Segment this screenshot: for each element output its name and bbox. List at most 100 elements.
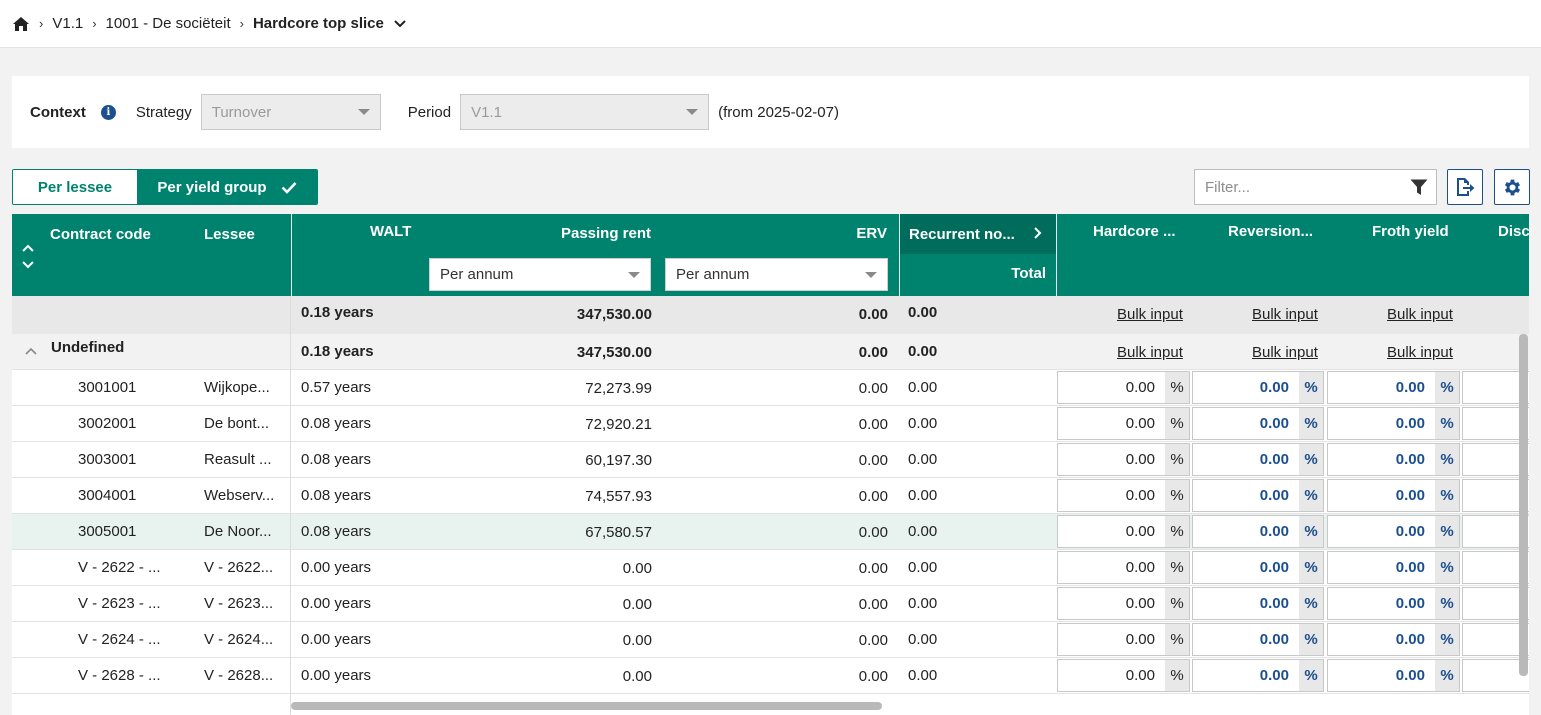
contract-code-cell: 3002001 <box>78 415 137 432</box>
froth-yield-input[interactable]: 0.00% <box>1327 479 1460 512</box>
breadcrumb-item-current[interactable]: Hardcore top slice <box>253 15 384 32</box>
reversion-input[interactable]: 0.00% <box>1192 623 1324 656</box>
bulk-input-froth[interactable]: Bulk input <box>1387 334 1453 369</box>
header-passing-rent[interactable]: Passing rent <box>561 225 651 242</box>
table-row[interactable]: V - 2623 - ... V - 2623... 0.00 years 0.00 0… <box>12 586 1529 622</box>
percent-unit: % <box>1299 516 1323 547</box>
passing-rent-period-select[interactable]: Per annum <box>429 258 651 291</box>
group-name: Undefined <box>51 339 125 356</box>
header-lessee[interactable]: Lessee <box>204 226 255 243</box>
bulk-input-reversion[interactable]: Bulk input <box>1252 296 1318 331</box>
header-walt[interactable]: WALT <box>370 223 411 240</box>
header-reversion[interactable]: Reversion... <box>1228 223 1313 240</box>
hardcore-input[interactable]: 0.00% <box>1057 623 1190 656</box>
table-row[interactable]: 3004001 Webserv... 0.08 years 74,557.93 0.00… <box>12 478 1529 514</box>
percent-unit: % <box>1165 552 1189 583</box>
hardcore-input[interactable]: 0.00% <box>1057 479 1190 512</box>
table-row[interactable]: V - 2628 - ... V - 2628... 0.00 years 0.00 0… <box>12 658 1529 694</box>
reversion-input[interactable]: 0.00% <box>1192 551 1324 584</box>
table-row[interactable]: 3005001 De Noor... 0.08 years 67,580.57 0.00… <box>12 514 1529 550</box>
reversion-input[interactable]: 0.00% <box>1192 371 1324 404</box>
hardcore-input[interactable]: 0.00% <box>1057 371 1190 404</box>
breadcrumb-item-property[interactable]: 1001 - De sociëteit <box>106 15 231 32</box>
breadcrumb-separator: › <box>92 16 97 31</box>
reversion-input[interactable]: 0.00% <box>1192 659 1324 692</box>
hardcore-input[interactable]: 0.00% <box>1057 515 1190 548</box>
lessee-cell: Webserv... <box>204 487 275 504</box>
froth-yield-input[interactable]: 0.00% <box>1327 587 1460 620</box>
hardcore-input[interactable]: 0.00% <box>1057 587 1190 620</box>
table-row[interactable]: 3001001 Wijkope... 0.57 years 72,273.99 0.00… <box>12 370 1529 406</box>
strategy-value: Turnover <box>211 103 272 121</box>
collapse-icon[interactable] <box>24 347 38 356</box>
froth-yield-input[interactable]: 0.00% <box>1327 515 1460 548</box>
vertical-scrollbar[interactable] <box>1519 334 1528 676</box>
header-divider <box>291 214 292 296</box>
hardcore-input[interactable]: 0.00% <box>1057 659 1190 692</box>
view-toggle: Per lessee Per yield group <box>12 169 318 205</box>
bulk-input-froth[interactable]: Bulk input <box>1387 296 1453 331</box>
header-total[interactable]: Total <box>1011 265 1046 282</box>
erv-cell: 0.00 <box>858 668 888 685</box>
totals-erv: 0.00 <box>858 306 888 323</box>
bulk-input-reversion[interactable]: Bulk input <box>1252 334 1318 369</box>
group-erv: 0.00 <box>858 344 888 361</box>
sort-down-icon[interactable] <box>21 260 35 269</box>
reversion-input[interactable]: 0.00% <box>1192 479 1324 512</box>
home-icon[interactable] <box>12 16 30 32</box>
totals-passing-rent: 347,530.00 <box>576 306 652 323</box>
header-contract-code[interactable]: Contract code <box>50 226 151 243</box>
reversion-input[interactable]: 0.00% <box>1192 407 1324 440</box>
chevron-down-icon[interactable] <box>394 19 406 28</box>
table-row[interactable]: 3002001 De bont... 0.08 years 72,920.21 0.00… <box>12 406 1529 442</box>
froth-yield-input-value: 0.00 <box>1395 379 1425 396</box>
table-row[interactable]: 3003001 Reasult ... 0.08 years 60,197.30 0.0… <box>12 442 1529 478</box>
info-icon[interactable]: i <box>100 104 116 120</box>
froth-yield-input[interactable]: 0.00% <box>1327 371 1460 404</box>
header-hardcore[interactable]: Hardcore ... <box>1093 223 1176 240</box>
breadcrumb-item-version[interactable]: V1.1 <box>52 15 83 32</box>
export-icon <box>1457 178 1475 196</box>
bulk-input-hardcore[interactable]: Bulk input <box>1117 334 1183 369</box>
reversion-input-value: 0.00 <box>1259 667 1289 684</box>
per-lessee-button[interactable]: Per lessee <box>13 170 137 204</box>
hardcore-input-value: 0.00 <box>1125 667 1155 684</box>
header-recurrent-group[interactable]: Recurrent no... <box>899 214 1056 254</box>
erv-period-value: Per annum <box>676 266 750 283</box>
reversion-input[interactable]: 0.00% <box>1192 443 1324 476</box>
period-select[interactable]: V1.1 <box>460 94 710 130</box>
passing-rent-cell: 0.00 <box>622 560 652 577</box>
contract-code-cell: V - 2628 - ... <box>78 667 161 684</box>
filter-icon[interactable] <box>1410 179 1428 196</box>
froth-yield-input[interactable]: 0.00% <box>1327 443 1460 476</box>
hardcore-input-value: 0.00 <box>1125 559 1155 576</box>
reversion-input[interactable]: 0.00% <box>1192 515 1324 548</box>
froth-yield-input[interactable]: 0.00% <box>1327 551 1460 584</box>
header-erv[interactable]: ERV <box>856 225 887 242</box>
bulk-input-hardcore[interactable]: Bulk input <box>1117 296 1183 331</box>
passing-rent-period-value: Per annum <box>440 266 514 283</box>
filter-input[interactable] <box>1205 178 1385 196</box>
export-button[interactable] <box>1447 169 1483 205</box>
froth-yield-input[interactable]: 0.00% <box>1327 407 1460 440</box>
froth-yield-input[interactable]: 0.00% <box>1327 659 1460 692</box>
erv-period-select[interactable]: Per annum <box>665 258 888 291</box>
froth-yield-input-value: 0.00 <box>1395 415 1425 432</box>
table-row[interactable]: V - 2624 - ... V - 2624... 0.00 years 0.00 0… <box>12 622 1529 658</box>
hardcore-input[interactable]: 0.00% <box>1057 551 1190 584</box>
reversion-input-value: 0.00 <box>1259 415 1289 432</box>
froth-yield-input[interactable]: 0.00% <box>1327 623 1460 656</box>
reversion-input[interactable]: 0.00% <box>1192 587 1324 620</box>
header-froth-yield[interactable]: Froth yield <box>1372 223 1449 240</box>
settings-button[interactable] <box>1494 169 1530 205</box>
header-disc[interactable]: Disc <box>1498 223 1529 240</box>
percent-unit: % <box>1435 444 1459 475</box>
hardcore-input[interactable]: 0.00% <box>1057 407 1190 440</box>
strategy-select[interactable]: Turnover <box>200 94 381 130</box>
table-row[interactable]: V - 2622 - ... V - 2622... 0.00 years 0.00 0… <box>12 550 1529 586</box>
per-yield-group-button[interactable]: Per yield group <box>137 170 317 204</box>
hardcore-input[interactable]: 0.00% <box>1057 443 1190 476</box>
sort-up-icon[interactable] <box>21 244 35 253</box>
group-row[interactable]: Undefined 0.18 years 347,530.00 0.00 0.0… <box>12 334 1529 370</box>
horizontal-scrollbar[interactable] <box>291 702 882 710</box>
